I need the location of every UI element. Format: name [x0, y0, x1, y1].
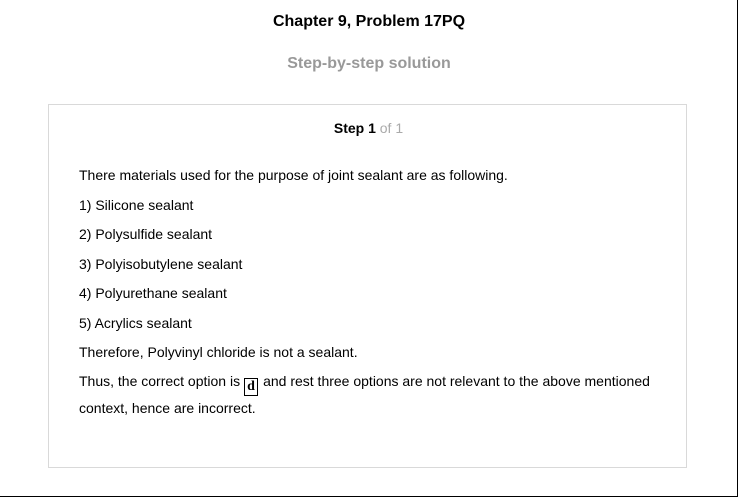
list-item: 5) Acrylics sealant: [79, 314, 192, 331]
list-item: 4) Polyurethane sealant: [79, 285, 227, 301]
step-label: Step 1: [333, 120, 376, 136]
list-item: 1) Silicone sealant: [79, 196, 194, 213]
answer-option-box: d: [244, 377, 259, 396]
solution-card: Step 1 of 1 There materials used for the…: [48, 104, 687, 468]
conclusion-before: Thus, the correct option is: [79, 372, 241, 389]
solution-content: There materials used for the purpose of …: [79, 166, 659, 421]
page-title: Chapter 9, Problem 17PQ: [272, 13, 466, 30]
conclusion-text: Thus, the correct option is d and rest thr…: [79, 369, 659, 421]
step-header: Step 1 of 1: [49, 119, 688, 137]
page-subtitle: Step-by-step solution: [287, 55, 451, 72]
list-item: 2) Polysulfide sealant: [79, 226, 213, 242]
step-count: of 1: [379, 120, 404, 136]
list-item: 3) Polyisobutylene sealant: [79, 255, 243, 272]
intro-text: There materials used for the purpose of …: [79, 167, 508, 183]
